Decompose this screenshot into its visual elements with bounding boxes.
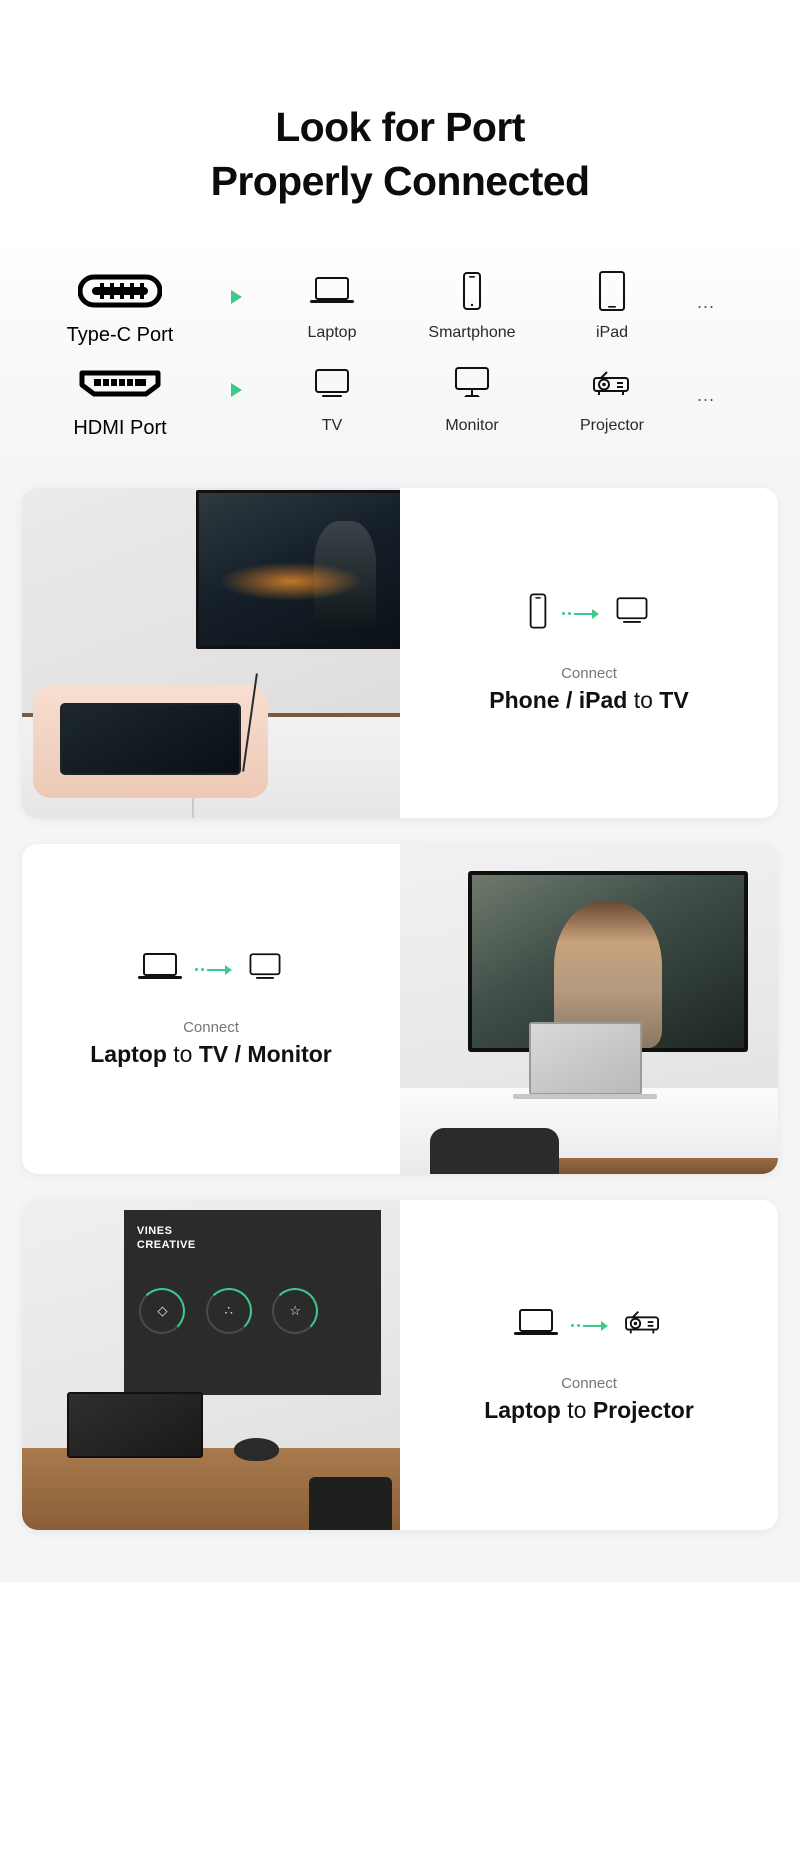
hdmi-port-icon: [78, 359, 162, 409]
laptop-icon: [513, 1306, 559, 1345]
matrix-dest-label: Projector: [579, 417, 645, 435]
matrix-source-label: HDMI Port: [73, 417, 167, 440]
matrix-dest-label: TV: [321, 417, 343, 435]
feature-card-laptop-to-projector[interactable]: VINES CREATIVE ◇ ∴ ☆ Connect Laptop to P…: [22, 1200, 778, 1531]
card-text: Connect Laptop to Projector: [400, 1200, 778, 1530]
caption-light: to: [560, 1397, 593, 1424]
green-triangle-arrow-icon: [210, 359, 262, 398]
board-title: VINES CREATIVE: [136, 1224, 196, 1251]
port-compatibility-matrix: Type-C Port Laptop Smartphone iPad ... H…: [0, 242, 800, 479]
caption-bold-1: Phone / iPad: [489, 687, 628, 714]
page-title-line-2: Properly Connected: [210, 158, 590, 205]
connection-flow: [526, 592, 652, 635]
flow-arrow-icon: [195, 964, 233, 976]
ellipsis-icon: ...: [696, 292, 715, 313]
smartphone-icon: [459, 266, 485, 316]
feature-card-phone-to-tv[interactable]: Connect Phone / iPad to TV: [22, 488, 778, 819]
ellipsis-icon: ...: [696, 385, 715, 406]
matrix-source-type-c: Type-C Port: [30, 266, 210, 347]
page-title: Look for Port Properly Connected: [0, 100, 800, 208]
caption-bold-1: Laptop: [484, 1397, 561, 1424]
card-photo: [22, 488, 400, 819]
connect-label: Connect: [561, 665, 617, 683]
tablet-icon: [595, 266, 629, 316]
connect-label: Connect: [561, 1375, 617, 1393]
product-feature-page: Look for Port Properly Connected Type-C …: [0, 0, 800, 1852]
caption-bold-2: Projector: [592, 1397, 694, 1424]
matrix-dest-label: Laptop: [307, 324, 357, 342]
card-caption: Laptop to Projector: [484, 1397, 694, 1424]
matrix-dest-projector: Projector: [542, 359, 682, 435]
caption-bold-1: Laptop: [90, 1041, 167, 1068]
matrix-source-hdmi: HDMI Port: [30, 359, 210, 440]
projector-icon: [589, 359, 635, 409]
page-header: Look for Port Properly Connected: [0, 0, 800, 209]
matrix-dest-ipad: iPad: [542, 266, 682, 342]
connection-flow: [513, 1306, 665, 1345]
connection-flow: [137, 950, 285, 989]
usb-c-port-icon: [78, 266, 162, 316]
matrix-dest-tv: TV: [262, 359, 402, 435]
laptop-icon: [137, 950, 183, 989]
smartphone-icon: [526, 592, 550, 635]
matrix-more-indicator: ...: [682, 266, 730, 313]
flow-arrow-icon: [571, 1320, 609, 1332]
card-text: Connect Laptop to TV / Monitor: [22, 844, 400, 1174]
green-triangle-arrow-icon: [210, 266, 262, 305]
card-caption: Laptop to TV / Monitor: [90, 1041, 332, 1068]
matrix-dest-monitor: Monitor: [402, 359, 542, 435]
matrix-dest-label: Smartphone: [428, 324, 516, 342]
matrix-dest-laptop: Laptop: [262, 266, 402, 342]
tv-icon: [612, 595, 652, 632]
connect-label: Connect: [183, 1019, 239, 1037]
feature-card-laptop-to-tv-monitor[interactable]: Connect Laptop to TV / Monitor: [22, 844, 778, 1175]
card-photo: [400, 844, 778, 1175]
flow-arrow-icon: [562, 608, 600, 620]
matrix-dest-smartphone: Smartphone: [402, 266, 542, 342]
projector-icon: [621, 1307, 665, 1344]
laptop-icon: [309, 266, 355, 316]
page-title-line-1: Look for Port: [275, 104, 525, 150]
matrix-more-indicator: ...: [682, 359, 730, 406]
card-caption: Phone / iPad to TV: [489, 687, 688, 714]
monitor-icon: [245, 951, 285, 988]
caption-light: to: [627, 687, 660, 714]
monitor-icon: [450, 359, 494, 409]
card-photo: VINES CREATIVE ◇ ∴ ☆: [22, 1200, 400, 1531]
matrix-row-type-c: Type-C Port Laptop Smartphone iPad ...: [0, 258, 800, 351]
caption-light: to: [166, 1041, 199, 1068]
caption-bold-2: TV / Monitor: [198, 1041, 332, 1068]
feature-card-list: Connect Phone / iPad to TV Connect Lapto…: [0, 478, 800, 1583]
matrix-row-hdmi: HDMI Port TV Monitor Projector ...: [0, 351, 800, 444]
matrix-dest-label: Monitor: [445, 417, 499, 435]
matrix-dest-label: iPad: [595, 324, 629, 342]
caption-bold-2: TV: [659, 687, 689, 714]
card-text: Connect Phone / iPad to TV: [400, 488, 778, 818]
matrix-source-label: Type-C Port: [66, 324, 174, 347]
tv-icon: [310, 359, 354, 409]
